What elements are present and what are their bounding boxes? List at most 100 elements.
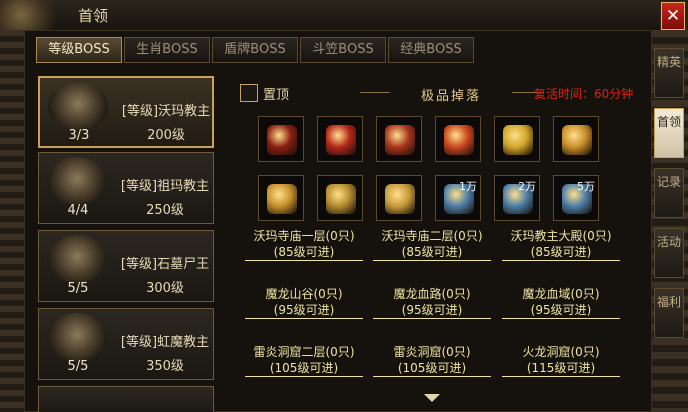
- close-button[interactable]: ✕: [661, 2, 685, 30]
- window-title: 首领: [78, 7, 109, 25]
- boss-count: 5/5: [67, 281, 89, 296]
- dragon-icon: [385, 125, 415, 155]
- drop-item[interactable]: [258, 175, 304, 221]
- boss-name: [等级]虹魔教主: [120, 335, 210, 350]
- map-link[interactable]: 沃玛教主大殿(0只) (85级可进): [502, 228, 620, 261]
- map-underline: [502, 376, 620, 377]
- tab-classic-boss[interactable]: 经典BOSS: [388, 37, 474, 63]
- map-name: 魔龙血路(0只): [393, 287, 471, 301]
- boss-level: 200级: [147, 128, 185, 143]
- title-bar: 首领: [0, 0, 660, 31]
- item-quantity: 2万: [518, 180, 536, 193]
- drop-item[interactable]: [376, 175, 422, 221]
- boss-item-woma[interactable]: 3/3 [等级]沃玛教主 200级: [38, 76, 214, 148]
- map-underline: [373, 376, 491, 377]
- boss-item-partial[interactable]: [38, 386, 214, 412]
- item-quantity: 1万: [459, 180, 477, 193]
- close-icon: ✕: [665, 6, 681, 26]
- map-requirement: (85级可进): [273, 245, 335, 259]
- boss-portrait: [47, 157, 107, 205]
- map-name: 魔龙血域(0只): [522, 287, 600, 301]
- tab-hat-boss[interactable]: 斗笠BOSS: [300, 37, 386, 63]
- weapon-icon: [267, 125, 297, 155]
- map-requirement: (115级可进): [526, 361, 596, 375]
- armor-icon: [444, 125, 474, 155]
- necklace-icon: [503, 125, 533, 155]
- dragon-ornament-icon: [0, 0, 70, 30]
- map-requirement: (85级可进): [401, 245, 463, 259]
- drop-item[interactable]: 2万: [494, 175, 540, 221]
- side-tab-boss[interactable]: 首领: [654, 108, 684, 158]
- left-dragon-ornament: [0, 30, 26, 412]
- map-underline: [373, 260, 491, 261]
- map-underline: [502, 318, 620, 319]
- map-link[interactable]: 沃玛寺庙一层(0只) (85级可进): [245, 228, 363, 261]
- map-name: 魔龙山谷(0只): [265, 287, 343, 301]
- boss-level: 300级: [146, 281, 184, 296]
- pin-label: 置顶: [263, 88, 290, 103]
- boss-name: [等级]祖玛教主: [120, 179, 210, 194]
- map-requirement: (85级可进): [530, 245, 592, 259]
- helmet-icon: [326, 125, 356, 155]
- map-link[interactable]: 雷炎洞窟二层(0只) (105级可进): [245, 344, 363, 377]
- map-requirement: (95级可进): [530, 303, 592, 317]
- side-tab-elite[interactable]: 精英: [654, 48, 684, 98]
- scroll-down-icon[interactable]: [424, 394, 440, 402]
- map-link[interactable]: 魔龙山谷(0只) (95级可进): [245, 286, 363, 319]
- boss-level: 250级: [146, 203, 184, 218]
- boss-name: [等级]沃玛教主: [121, 104, 211, 119]
- map-name: 沃玛寺庙二层(0只): [381, 229, 483, 243]
- boss-name: [等级]石墓尸王: [120, 257, 210, 272]
- drop-item[interactable]: [553, 116, 599, 162]
- map-name: 火龙洞窟(0只): [522, 345, 600, 359]
- tab-shield-boss[interactable]: 盾牌BOSS: [212, 37, 298, 63]
- pin-checkbox[interactable]: [240, 84, 258, 102]
- drop-item[interactable]: [494, 116, 540, 162]
- item-quantity: 5万: [577, 180, 595, 193]
- map-link[interactable]: 火龙洞窟(0只) (115级可进): [502, 344, 620, 377]
- crown-icon: [326, 184, 356, 214]
- side-tab-record[interactable]: 记录: [654, 168, 684, 218]
- map-underline: [245, 376, 363, 377]
- map-name: 雷炎洞窟(0只): [393, 345, 471, 359]
- boss-count: 5/5: [67, 359, 89, 374]
- map-link[interactable]: 雷炎洞窟(0只) (105级可进): [373, 344, 491, 377]
- boss-item-tomb-king[interactable]: 5/5 [等级]石墓尸王 300级: [38, 230, 214, 302]
- drops-title: 极品掉落: [420, 89, 481, 104]
- map-requirement: (105级可进): [269, 361, 339, 375]
- boss-count: 4/4: [67, 203, 89, 218]
- map-underline: [245, 318, 363, 319]
- map-link[interactable]: 魔龙血路(0只) (95级可进): [373, 286, 491, 319]
- side-tab-welfare[interactable]: 福利: [654, 288, 684, 338]
- side-tab-activity[interactable]: 活动: [654, 228, 684, 278]
- map-link[interactable]: 沃玛寺庙二层(0只) (85级可进): [373, 228, 491, 261]
- map-underline: [245, 260, 363, 261]
- map-requirement: (105级可进): [397, 361, 467, 375]
- map-name: 沃玛教主大殿(0只): [510, 229, 612, 243]
- boss-portrait: [47, 313, 107, 361]
- drop-item[interactable]: [317, 116, 363, 162]
- map-requirement: (95级可进): [273, 303, 335, 317]
- respawn-time: 复活时间：60分钟: [534, 87, 634, 101]
- drop-item[interactable]: [258, 116, 304, 162]
- boss-portrait: [48, 82, 108, 130]
- boss-level: 350级: [146, 359, 184, 374]
- tab-level-boss[interactable]: 等级BOSS: [36, 37, 122, 63]
- tab-zodiac-boss[interactable]: 生肖BOSS: [124, 37, 210, 63]
- map-name: 雷炎洞窟二层(0只): [253, 345, 355, 359]
- boss-list: 3/3 [等级]沃玛教主 200级 4/4 [等级]祖玛教主 250级 5/5 …: [36, 70, 218, 412]
- boss-item-zuma[interactable]: 4/4 [等级]祖玛教主 250级: [38, 152, 214, 224]
- boss-portrait: [47, 235, 107, 283]
- map-link[interactable]: 魔龙血域(0只) (95级可进): [502, 286, 620, 319]
- drop-item[interactable]: 5万: [553, 175, 599, 221]
- bracelet-icon: [562, 125, 592, 155]
- boss-count: 3/3: [68, 128, 90, 143]
- drop-item[interactable]: 1万: [435, 175, 481, 221]
- drop-item[interactable]: [376, 116, 422, 162]
- drop-item[interactable]: [317, 175, 363, 221]
- ring-icon: [267, 184, 297, 214]
- map-underline: [502, 260, 620, 261]
- boss-item-hong-demon[interactable]: 5/5 [等级]虹魔教主 350级: [38, 308, 214, 380]
- drop-item[interactable]: [435, 116, 481, 162]
- boots-icon: [385, 184, 415, 214]
